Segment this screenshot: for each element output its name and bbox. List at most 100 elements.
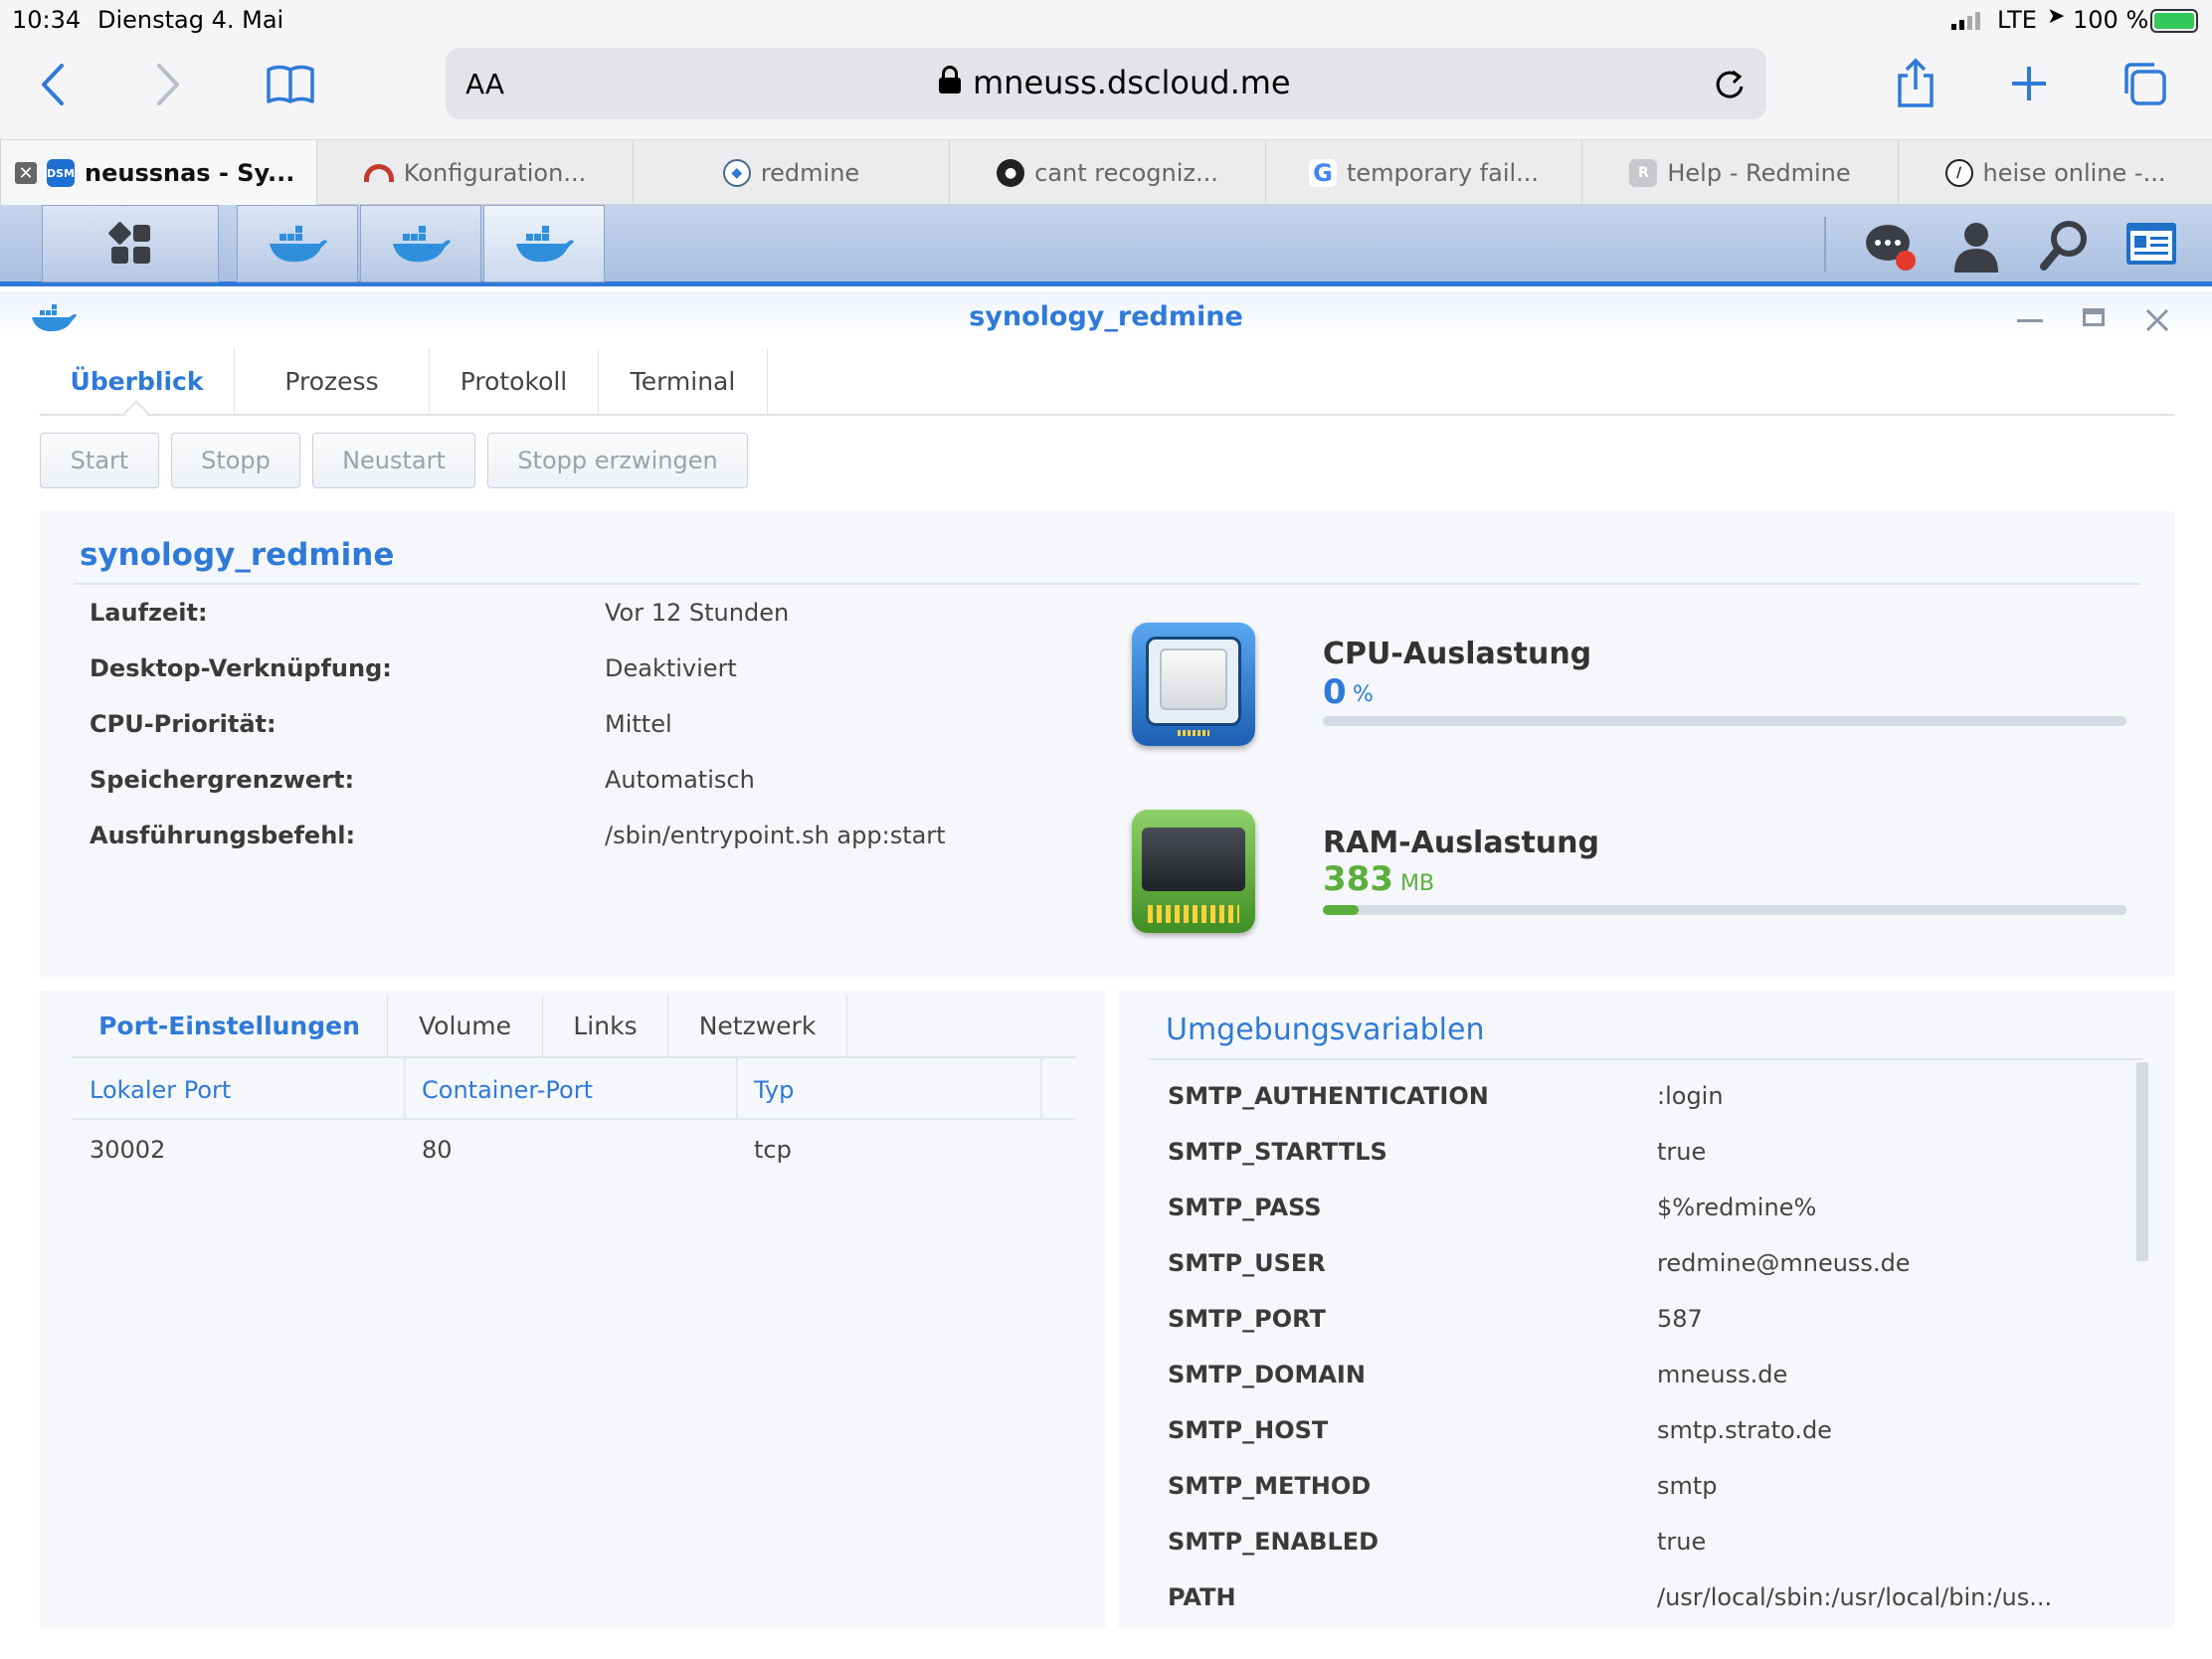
battery-icon	[2150, 9, 2198, 33]
list-item[interactable]: SMTP_STARTTLS true	[1168, 1124, 2122, 1180]
notification-icon[interactable]	[1864, 219, 1920, 275]
widgets-icon[interactable]	[2124, 221, 2178, 267]
panel-divider	[74, 583, 2140, 585]
browser-tab-heise[interactable]: / heise online -...	[1898, 140, 2212, 206]
browser-tab-google[interactable]: G temporary fail...	[1265, 140, 1581, 206]
env-value: true	[1657, 1138, 1707, 1166]
docker-whale-icon	[32, 304, 77, 332]
label-uptime: Laufzeit:	[90, 599, 208, 627]
tab-label: neussnas - Sy...	[85, 159, 295, 187]
share-icon[interactable]	[1894, 58, 1937, 109]
env-key: SMTP_HOST	[1168, 1416, 1329, 1444]
cpu-title: CPU-Auslastung	[1323, 637, 1592, 671]
new-tab-icon[interactable]	[2009, 64, 2049, 103]
text-size-button[interactable]: AA	[465, 68, 504, 100]
url-text: mneuss.dscloud.me	[973, 64, 1291, 101]
stop-button[interactable]: Stopp	[171, 433, 300, 488]
ram-usage-fill	[1323, 905, 1360, 915]
browser-tab-redmine[interactable]: ◆ redmine	[633, 140, 949, 206]
minimize-icon[interactable]	[2017, 319, 2043, 322]
browser-tab-dsm[interactable]: ✕ DSM neussnas - Sy...	[0, 140, 316, 206]
tab-label: temporary fail...	[1346, 159, 1540, 187]
start-button[interactable]: Start	[40, 433, 159, 488]
browser-tab-github[interactable]: ● cant recogniz...	[949, 140, 1265, 206]
column-divider	[1040, 1058, 1042, 1120]
value-desktop-shortcut: Deaktiviert	[605, 654, 737, 682]
list-item[interactable]: SMTP_HOST smtp.strato.de	[1168, 1402, 2122, 1458]
list-item[interactable]: SMTP_DOMAIN mneuss.de	[1168, 1347, 2122, 1402]
close-icon[interactable]	[2144, 307, 2170, 333]
table-row[interactable]: 30002 80 tcp	[72, 1122, 1076, 1178]
column-type[interactable]: Typ	[754, 1076, 794, 1104]
tab-process[interactable]: Prozess	[235, 348, 430, 414]
env-key: SMTP_DOMAIN	[1168, 1361, 1366, 1388]
docker-whale-icon	[393, 226, 451, 263]
subtab-links[interactable]: Links	[543, 995, 668, 1056]
env-value: true	[1657, 1528, 1707, 1556]
user-icon[interactable]	[1951, 219, 2001, 275]
back-icon[interactable]	[38, 62, 68, 107]
label-desktop-shortcut: Desktop-Verknüpfung:	[90, 654, 392, 682]
value-uptime: Vor 12 Stunden	[605, 599, 790, 627]
env-key: SMTP_PORT	[1168, 1305, 1326, 1333]
docker-favicon-icon: ◆	[722, 159, 751, 187]
column-local-port[interactable]: Lokaler Port	[90, 1076, 231, 1104]
env-key: SMTP_PASS	[1168, 1194, 1322, 1221]
env-divider	[1148, 1058, 2142, 1060]
subtab-ports[interactable]: Port-Einstellungen	[72, 995, 388, 1056]
scrollbar[interactable]	[2136, 1062, 2148, 1261]
list-item[interactable]: SMTP_ENABLED true	[1168, 1514, 2122, 1569]
list-item[interactable]: PATH/usr/local/sbin:/usr/local/bin:/us..…	[1168, 1569, 2122, 1625]
label-command: Ausführungsbefehl:	[90, 822, 356, 849]
cpu-usage-bar	[1323, 716, 2126, 726]
bookmarks-icon[interactable]	[265, 62, 316, 107]
env-value: smtp	[1657, 1472, 1718, 1500]
dsm-taskbar	[0, 205, 2212, 286]
list-item[interactable]: SMTP_METHOD smtp	[1168, 1458, 2122, 1514]
tabs-overview-icon[interactable]	[2120, 60, 2168, 107]
taskbar-docker-1[interactable]	[237, 205, 358, 282]
taskbar-docker-3[interactable]	[483, 205, 605, 282]
browser-tab-help-redmine[interactable]: R Help - Redmine	[1581, 140, 1898, 206]
apps-grid-icon	[108, 222, 150, 264]
ram-value: 383	[1323, 859, 1393, 899]
close-tab-icon[interactable]: ✕	[15, 162, 37, 184]
browser-tab-konfiguration[interactable]: Konfiguration...	[316, 140, 633, 206]
tab-label: heise online -...	[1982, 159, 2166, 187]
forward-icon[interactable]	[153, 62, 183, 107]
env-value: /usr/local/sbin:/usr/local/bin:/us...	[1657, 1583, 2053, 1611]
main-tab-bar: Überblick Prozess Protokoll Terminal	[40, 348, 2174, 426]
reload-icon[interactable]	[1713, 68, 1747, 101]
subtab-volume[interactable]: Volume	[388, 995, 543, 1056]
environment-panel: Umgebungsvariablen SMTP_AUTHENTICATION:l…	[1118, 991, 2174, 1627]
address-bar[interactable]: AA mneuss.dscloud.me	[446, 48, 1766, 119]
status-bar: 10:34 Dienstag 4. Mai LTE ➤ 100 %	[0, 0, 2212, 40]
taskbar-docker-2[interactable]	[360, 205, 481, 282]
env-key: SMTP_METHOD	[1168, 1472, 1372, 1500]
subtab-network[interactable]: Netzwerk	[668, 995, 847, 1056]
env-key: SMTP_USER	[1168, 1249, 1326, 1277]
google-favicon-icon: G	[1308, 159, 1337, 187]
restore-icon[interactable]	[2083, 308, 2105, 326]
env-value: $%redmine%	[1657, 1194, 1817, 1221]
window-title: synology_redmine	[969, 301, 1243, 332]
tab-terminal[interactable]: Terminal	[599, 348, 768, 414]
heise-favicon-icon: /	[1944, 159, 1973, 187]
ports-table-header: Lokaler Port Container-Port Typ	[72, 1058, 1076, 1120]
ram-unit: MB	[1400, 871, 1435, 896]
tab-log[interactable]: Protokoll	[430, 348, 599, 414]
env-value: redmine@mneuss.de	[1657, 1249, 1911, 1277]
tab-label: cant recogniz...	[1034, 159, 1218, 187]
list-item[interactable]: SMTP_PORT 587	[1168, 1291, 2122, 1347]
env-key: PATH	[1168, 1583, 1236, 1611]
main-menu-button[interactable]	[42, 205, 219, 282]
restart-button[interactable]: Neustart	[312, 433, 475, 488]
list-item[interactable]: SMTP_USER redmine@mneuss.de	[1168, 1235, 2122, 1291]
list-item[interactable]: SMTP_PASS $%redmine%	[1168, 1180, 2122, 1235]
taskbar-divider	[1824, 217, 1826, 273]
list-item[interactable]: SMTP_AUTHENTICATION:login	[1168, 1068, 2122, 1124]
search-icon[interactable]	[2039, 219, 2089, 273]
column-container-port[interactable]: Container-Port	[422, 1076, 593, 1104]
force-stop-button[interactable]: Stopp erzwingen	[487, 433, 748, 488]
browser-tab-strip: ✕ DSM neussnas - Sy... Konfiguration... …	[0, 139, 2212, 206]
